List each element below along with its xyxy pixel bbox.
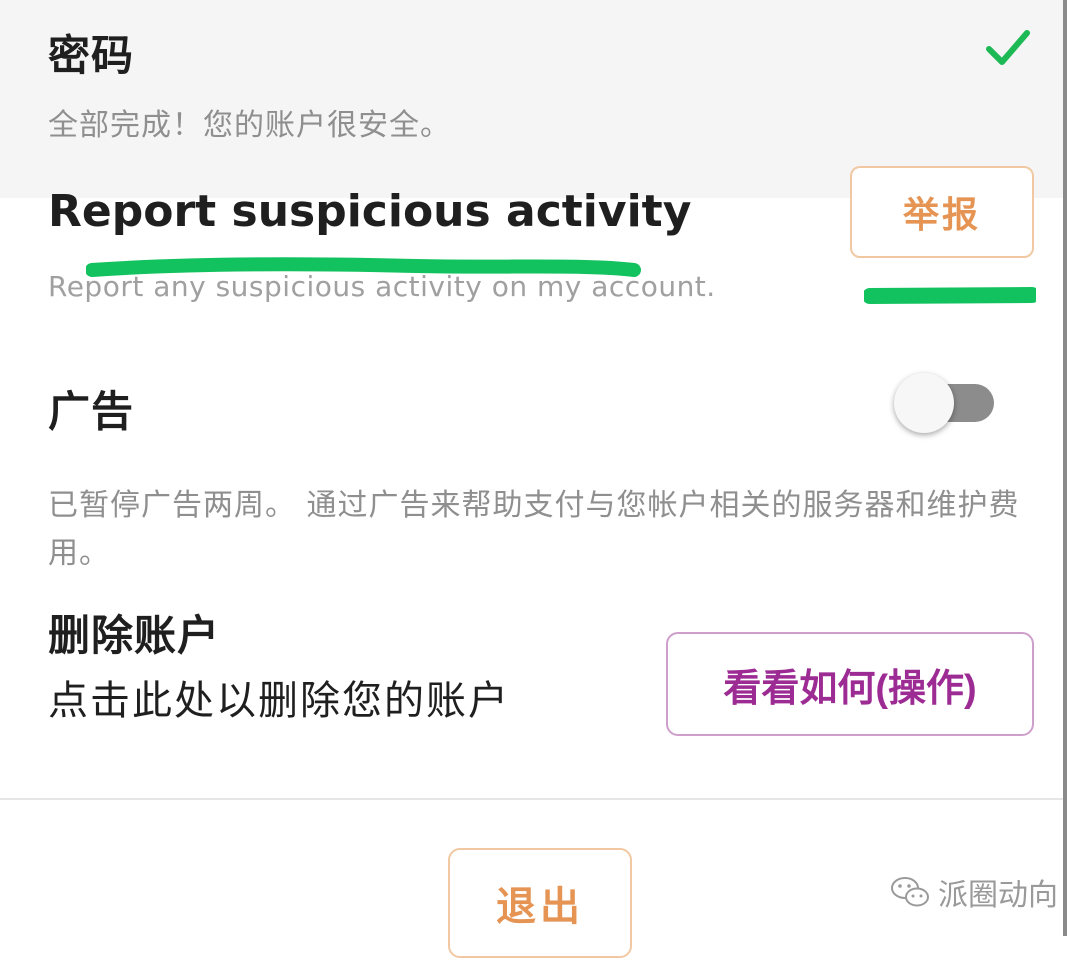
ads-title: 广告 (48, 387, 135, 436)
logout-button[interactable]: 退出 (448, 848, 632, 958)
ads-description: 已暂停广告两周。 通过广告来帮助支付与您帐户相关的服务器和维护费用。 (48, 488, 1020, 571)
how-to-delete-button[interactable]: 看看如何(操作) (666, 632, 1034, 736)
password-title: 密码 (48, 31, 135, 80)
highlight-underline-mark (864, 287, 1036, 304)
highlight-underline-mark (86, 257, 641, 277)
report-title: Report suspicious activity (48, 186, 692, 237)
password-description: 全部完成！您的账户很安全。 (48, 108, 451, 143)
divider (0, 798, 1064, 800)
delete-account-title: 删除账户 (48, 611, 221, 660)
check-icon (986, 30, 1030, 65)
report-button[interactable]: 举报 (850, 166, 1034, 258)
watermark-text: 派圈动向 (938, 878, 1058, 913)
ads-toggle[interactable] (894, 373, 994, 433)
scrollbar[interactable] (1063, 0, 1067, 936)
wechat-icon (891, 877, 929, 907)
watermark: 派圈动向 (890, 870, 1058, 914)
ads-toggle-knob (894, 373, 954, 433)
scroll-edge (1066, 0, 1080, 936)
delete-account-description[interactable]: 点击此处以删除您的账户 (48, 668, 510, 726)
